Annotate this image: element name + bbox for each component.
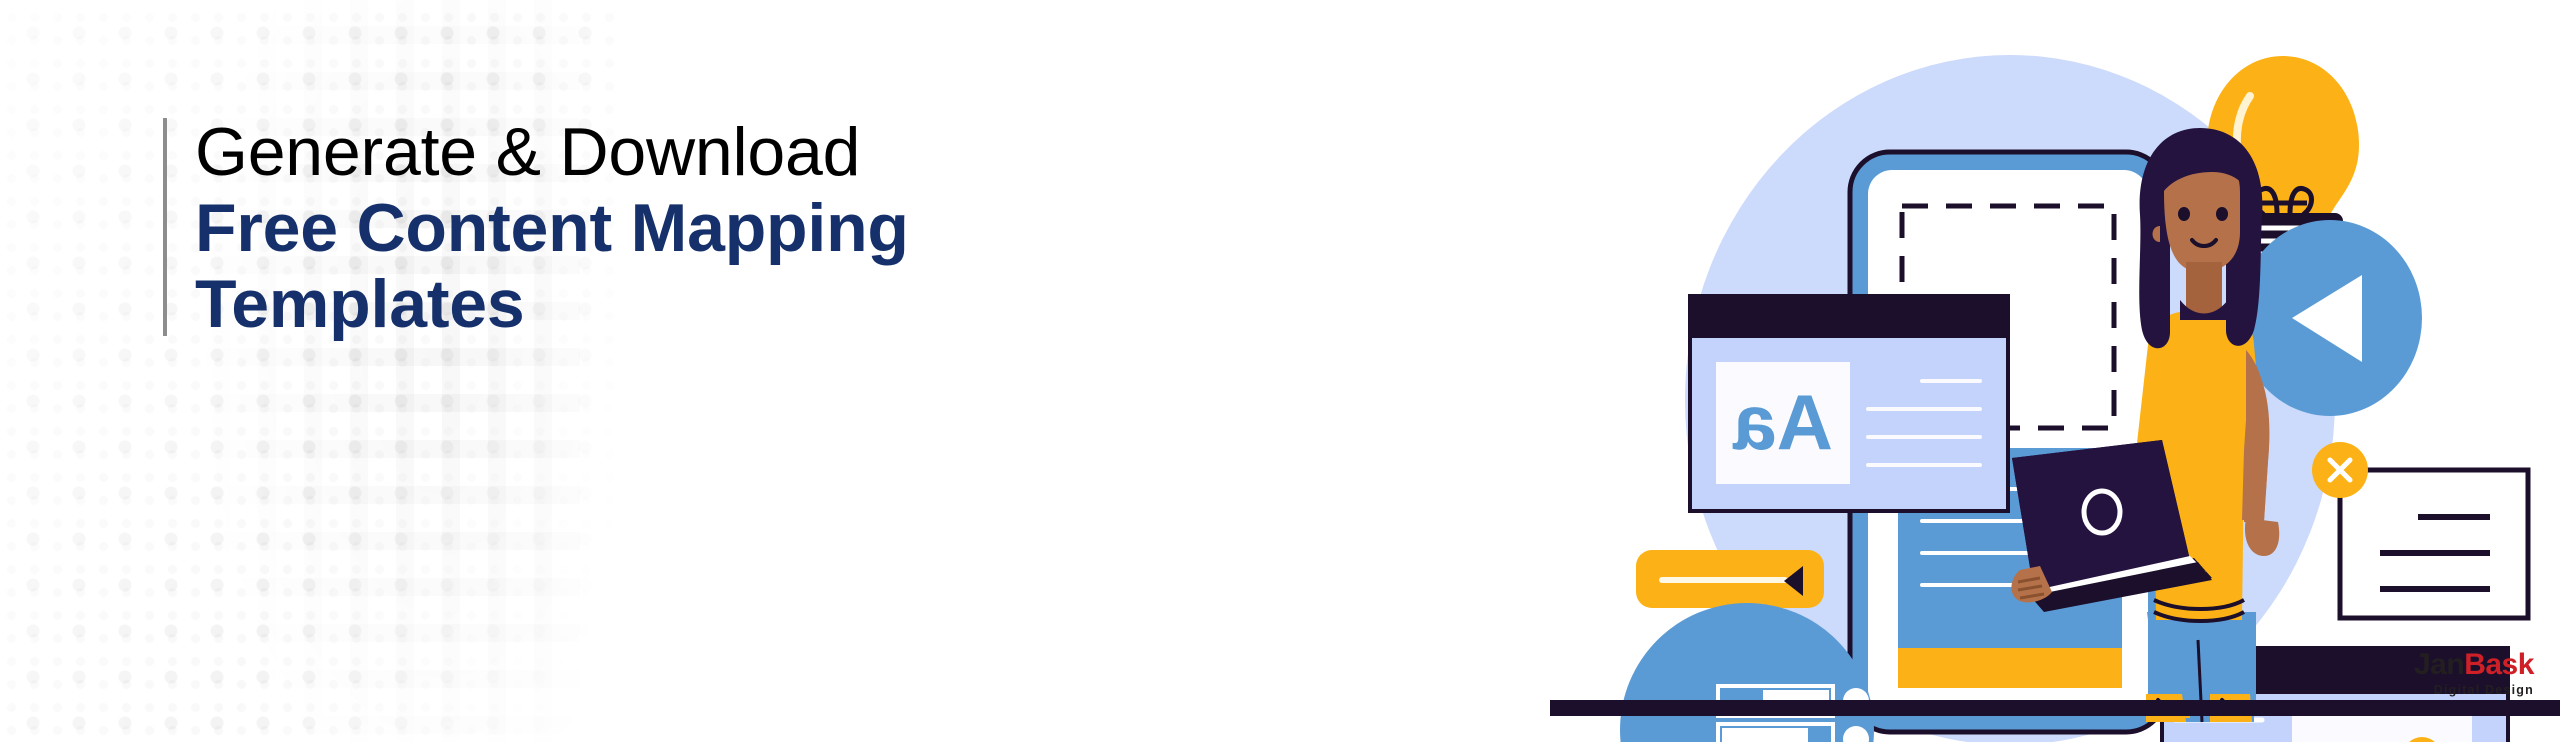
page-title: Generate & Download Free Content Mapping… bbox=[195, 118, 909, 338]
janbask-logo[interactable]: JanBask Digital Design bbox=[2414, 650, 2534, 697]
headline-line-3: Templates bbox=[195, 266, 525, 342]
headline-line-2: Free Content Mapping bbox=[195, 190, 909, 266]
highlight-pill bbox=[1636, 550, 1824, 608]
text-card bbox=[2312, 442, 2531, 621]
logo-part-jan: Jan bbox=[2414, 648, 2465, 681]
promo-banner: Generate & Download Free Content Mapping… bbox=[0, 0, 2560, 742]
phone-cta-strip bbox=[1898, 648, 2122, 688]
logo-wordmark: JanBask bbox=[2414, 650, 2534, 680]
play-back-circle-badge bbox=[2238, 220, 2422, 416]
logo-part-bask: Bask bbox=[2464, 648, 2534, 681]
ground-line bbox=[1550, 700, 2560, 716]
vertical-rule-divider bbox=[163, 118, 167, 336]
logo-tagline: Digital Design bbox=[2433, 683, 2534, 697]
headline-line-1: Generate & Download bbox=[195, 114, 861, 190]
headline-block: Generate & Download Free Content Mapping… bbox=[163, 118, 909, 338]
hero-illustration: Aa bbox=[1550, 0, 2560, 742]
person-eye-left bbox=[2178, 207, 2190, 221]
aa-glyph-label: Aa bbox=[1733, 378, 1833, 466]
background-square-grid-pattern bbox=[120, 0, 580, 742]
typography-card: Aa bbox=[1688, 294, 2010, 513]
person-eye-right bbox=[2216, 207, 2228, 221]
close-badge bbox=[2312, 442, 2368, 498]
